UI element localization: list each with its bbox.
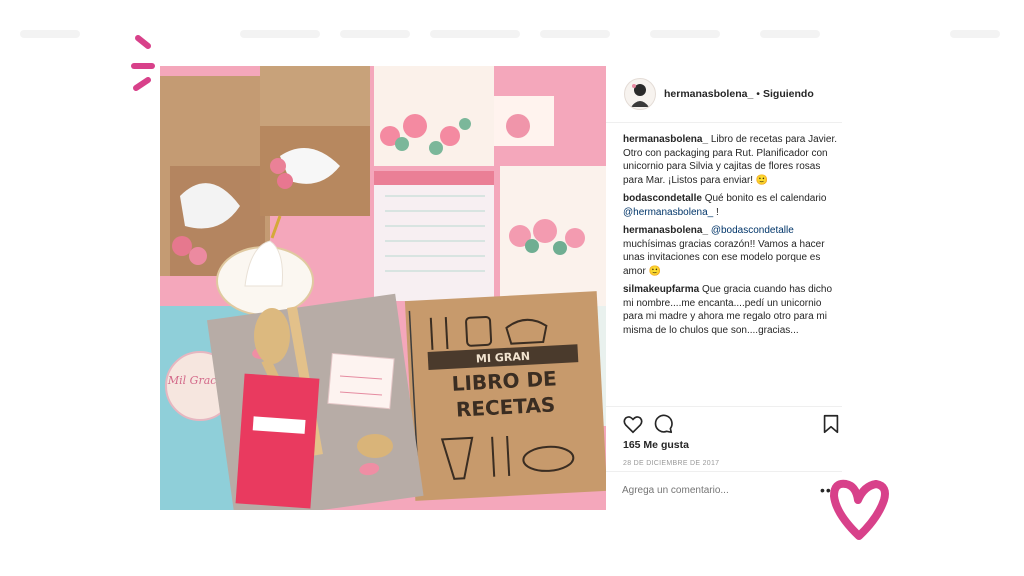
comment-item: bodascondetalle Qué bonito es el calenda…	[623, 192, 841, 219]
post-photo[interactable]: Mil Gracias MI GRAN LIBRO DE RECETAS	[160, 66, 606, 510]
comment-icon[interactable]	[652, 413, 674, 435]
ghost-bar	[540, 30, 610, 38]
post-actions: 165 Me gusta 28 DE DICIEMBRE DE 2017 ••	[606, 406, 842, 498]
avatar[interactable]	[624, 78, 656, 110]
ghost-bar	[20, 30, 80, 38]
comment-username[interactable]: hermanasbolena_	[623, 225, 708, 236]
comment-item: hermanasbolena_ @bodascondetalle muchísi…	[623, 224, 841, 278]
decorative-heart	[830, 479, 889, 540]
comment-list: hermanasbolena_ Libro de recetas para Ja…	[623, 133, 841, 342]
ghost-bar	[760, 30, 820, 38]
add-comment-box: ••	[606, 471, 842, 512]
ghost-bar	[430, 30, 520, 38]
comment-mention[interactable]: @hermanasbolena_	[623, 207, 713, 218]
post-username[interactable]: hermanasbolena_	[664, 88, 753, 100]
comment-text: muchísimas gracias corazón!! Vamos a hac…	[623, 238, 825, 277]
comment-username[interactable]: bodascondetalle	[623, 193, 702, 204]
ghost-bar	[950, 30, 1000, 38]
comment-username[interactable]: silmakeupfarma	[623, 284, 699, 295]
comment-input[interactable]	[620, 484, 804, 497]
comment-text: !	[716, 206, 719, 218]
comment-mention[interactable]: @bodascondetalle	[711, 225, 794, 236]
avatar-image	[631, 84, 649, 107]
like-count[interactable]: 165 Me gusta	[623, 439, 689, 451]
ghost-bar	[240, 30, 320, 38]
post-date: 28 DE DICIEMBRE DE 2017	[623, 460, 720, 467]
comment-item: silmakeupfarma Que gracia cuando has dic…	[623, 283, 841, 337]
post-side-panel: hermanasbolena_ • Siguiendo hermanasbole…	[606, 66, 842, 510]
comment-item: hermanasbolena_ Libro de recetas para Ja…	[623, 133, 841, 187]
post-header: hermanasbolena_ • Siguiendo	[606, 66, 842, 123]
ghost-bar	[650, 30, 720, 38]
comment-text: Qué bonito es el calendario	[704, 193, 827, 204]
ghost-bar	[340, 30, 410, 38]
following-button[interactable]: Siguiendo	[763, 88, 814, 100]
decorative-marks	[131, 35, 155, 91]
heart-icon[interactable]	[622, 413, 644, 435]
post-photo-illustration: Mil Gracias MI GRAN LIBRO DE RECETAS	[160, 66, 606, 510]
bookmark-icon[interactable]	[820, 413, 842, 435]
header-separator: •	[756, 88, 760, 100]
comment-username[interactable]: hermanasbolena_	[623, 134, 708, 145]
